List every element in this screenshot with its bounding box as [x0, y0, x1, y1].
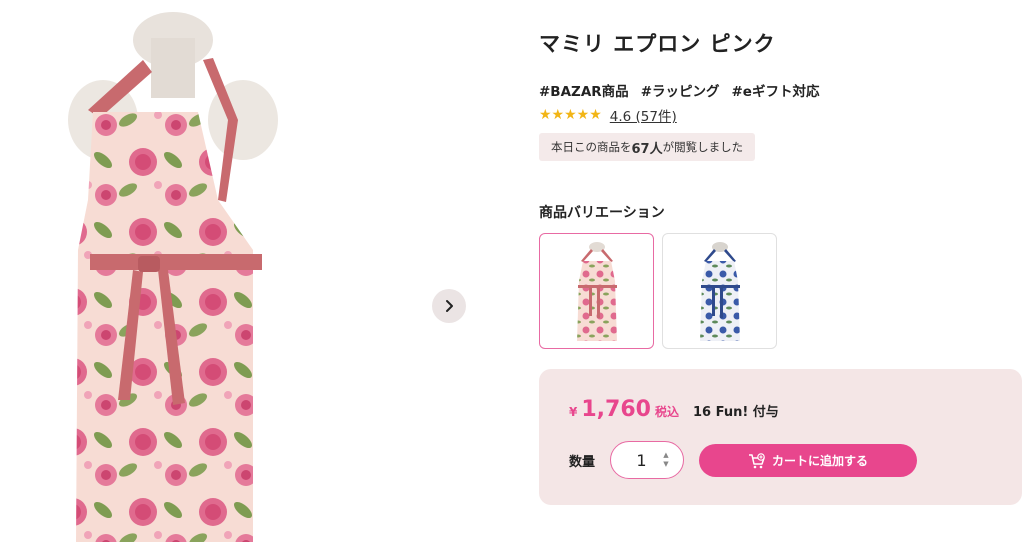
variation-blue[interactable]: [662, 233, 777, 349]
tag-egift[interactable]: #eギフト対応: [732, 80, 820, 100]
tax-label: 税込: [654, 405, 679, 419]
quantity-value[interactable]: 1: [611, 451, 658, 470]
points-earned: 16 Fun! 付与: [692, 405, 779, 420]
quantity-stepper[interactable]: 1 ▲ ▼: [610, 441, 684, 479]
currency-symbol: ¥: [569, 405, 578, 419]
variation-blue-thumbnail: [699, 242, 740, 341]
tag-bazar[interactable]: #BAZAR商品: [539, 80, 629, 100]
viewers-prefix: 本日この商品を: [551, 140, 632, 154]
review-count-link[interactable]: 4.6 (57件): [610, 105, 677, 125]
quantity-label: 数量: [569, 455, 596, 470]
viewers-suffix: が閲覧しました: [662, 140, 744, 154]
variation-pink[interactable]: [539, 233, 654, 349]
variations-heading: 商品バリエーション: [539, 205, 665, 221]
product-tags: #BAZAR商品 #ラッピング #eギフト対応: [539, 80, 819, 100]
add-to-cart-button[interactable]: カートに追加する: [699, 444, 917, 477]
price: 1,760: [581, 397, 651, 422]
star-rating-icon: ★★★★★: [539, 107, 602, 123]
decrement-icon[interactable]: ▼: [663, 460, 668, 469]
product-title: マミリ エプロン ピンク: [539, 32, 776, 56]
chevron-right-icon: [446, 300, 453, 312]
variation-pink-thumbnail: [576, 242, 617, 341]
viewers-count: 67人: [631, 141, 663, 157]
purchase-panel: ¥ 1,760 税込 16 Fun! 付与 数量 1 ▲ ▼ カートに追加する: [539, 369, 1022, 505]
quantity-spinner: ▲ ▼: [658, 451, 674, 469]
add-to-cart-label: カートに追加する: [771, 454, 868, 468]
viewers-badge: 本日この商品を 67人 が閲覧しました: [539, 133, 756, 161]
tag-wrapping[interactable]: #ラッピング: [641, 80, 720, 100]
increment-icon[interactable]: ▲: [663, 451, 668, 460]
product-main-image: [48, 0, 298, 542]
rating: ★★★★★ 4.6 (57件): [539, 105, 677, 125]
gallery-next-button[interactable]: [432, 289, 466, 323]
price-row: ¥ 1,760 税込 16 Fun! 付与: [569, 397, 779, 422]
cart-plus-icon: [748, 452, 765, 468]
